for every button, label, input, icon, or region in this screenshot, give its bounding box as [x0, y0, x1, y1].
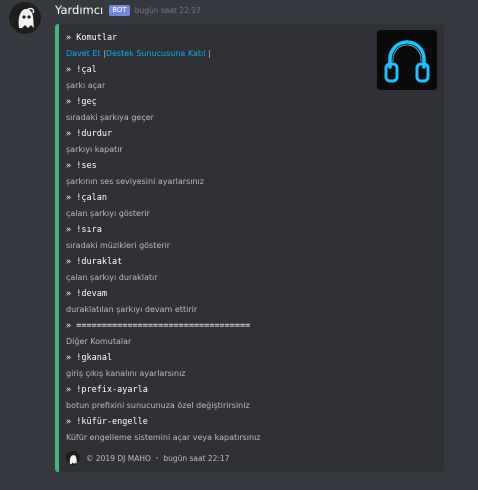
- embed-fields: » Komutlar Davet Et |Destek Sunucusuna K…: [66, 30, 366, 446]
- embed-links: Davet Et |Destek Sunucusuna Katıl |: [66, 46, 366, 62]
- field-name: » !küfür-engelle: [66, 417, 148, 427]
- message-timestamp: bugün saat 22:17: [134, 5, 201, 15]
- field-name: » !devam: [66, 289, 107, 299]
- field-name: » !duraklat: [66, 257, 123, 267]
- embed-footer: © 2019 DJ MAHO • bugün saat 22:17: [66, 451, 230, 465]
- message-header: Yardımcı BOT bugün saat 22:17: [55, 2, 201, 18]
- field-value: şarkıyı kapatır: [66, 145, 123, 154]
- embed-title: » Komutlar: [66, 33, 118, 43]
- field-name: » !durdur: [66, 129, 113, 139]
- field-name: » !prefix-ayarla: [66, 385, 148, 395]
- section-label: Diğer Komutalar: [66, 337, 132, 346]
- footer-timestamp: bugün saat 22:17: [163, 453, 230, 463]
- embed-accent-bar: [55, 24, 59, 472]
- field-value: botun prefixini sunucunuza özel değiştir…: [66, 401, 250, 410]
- field-value: çalan şarkıyı duraklatır: [66, 273, 158, 282]
- support-server-link[interactable]: Destek Sunucusuna Katıl: [106, 49, 206, 58]
- field-value: Küfür engelleme sistemini açar veya kapa…: [66, 433, 261, 442]
- field-name: » !çal: [66, 65, 97, 75]
- ghost-avatar-icon: [18, 7, 35, 28]
- field-value: sıradaki müzikleri gösterir: [66, 241, 171, 250]
- field-value: duraklatılan şarkıyı devam ettirir: [66, 305, 198, 314]
- username[interactable]: Yardımcı: [55, 3, 103, 17]
- embed-thumbnail[interactable]: [377, 30, 437, 90]
- field-name: » !geç: [66, 97, 97, 107]
- embed: » Komutlar Davet Et |Destek Sunucusuna K…: [55, 24, 444, 472]
- field-value: giriş çıkış kanalını ayarlarsınız: [66, 369, 186, 378]
- ghost-icon: [69, 455, 77, 464]
- field-name: » !çalan: [66, 193, 107, 203]
- headphones-icon: [384, 40, 430, 83]
- field-value: şarkı açar: [66, 81, 106, 90]
- footer-avatar: [66, 451, 80, 465]
- footer-text: © 2019 DJ MAHO: [86, 453, 151, 463]
- link-separator: |: [207, 49, 211, 58]
- bot-tag: BOT: [109, 4, 130, 16]
- field-value: çalan şarkıyı gösterir: [66, 209, 150, 218]
- field-name-divider: » ==================================: [66, 321, 251, 331]
- field-name: » !sıra: [66, 225, 102, 235]
- field-name: » !gkanal: [66, 353, 113, 363]
- invite-link[interactable]: Davet Et: [66, 49, 101, 58]
- field-value: şarkının ses seviyesini ayarlarsınız: [66, 177, 204, 186]
- field-value: sıradaki şarkıya geçer: [66, 113, 154, 122]
- bot-avatar[interactable]: [9, 2, 41, 34]
- field-name: » !ses: [66, 161, 97, 171]
- footer-separator: •: [154, 453, 160, 463]
